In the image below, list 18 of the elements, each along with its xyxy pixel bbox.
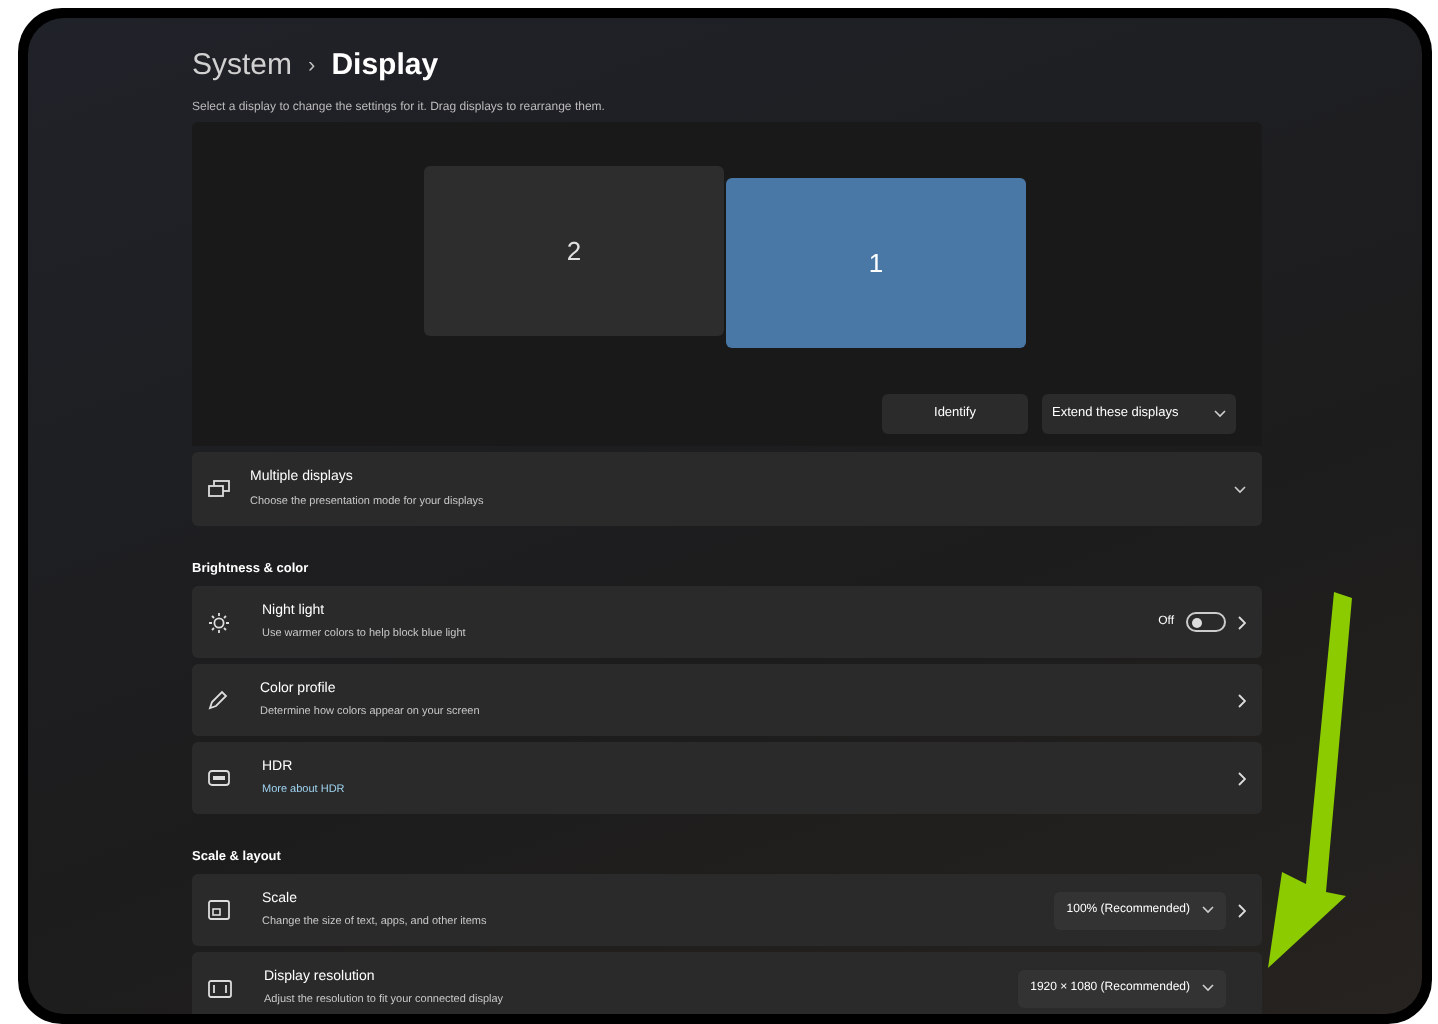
chevron-down-icon <box>1214 410 1226 418</box>
monitor-tile[interactable]: 2 <box>424 166 724 336</box>
hdr-icon <box>208 770 230 786</box>
multiple-monitors-icon <box>208 480 230 498</box>
chevron-right-icon <box>1238 615 1246 629</box>
chevron-right-icon <box>1238 693 1246 707</box>
chevron-down-icon <box>1202 984 1214 992</box>
toggle-switch[interactable] <box>1186 612 1226 632</box>
pen-icon <box>208 690 228 710</box>
breadcrumb-parent[interactable]: System <box>192 43 293 89</box>
breadcrumb-separator: › <box>308 51 316 82</box>
monitor-tile[interactable]: 1 <box>726 178 1026 348</box>
chevron-right-icon <box>1238 771 1246 785</box>
page-title: Display <box>331 45 439 86</box>
chevron-down-icon <box>1202 906 1214 914</box>
sun-icon <box>208 611 230 633</box>
resolution-icon <box>208 979 232 997</box>
scale-icon <box>208 900 230 920</box>
